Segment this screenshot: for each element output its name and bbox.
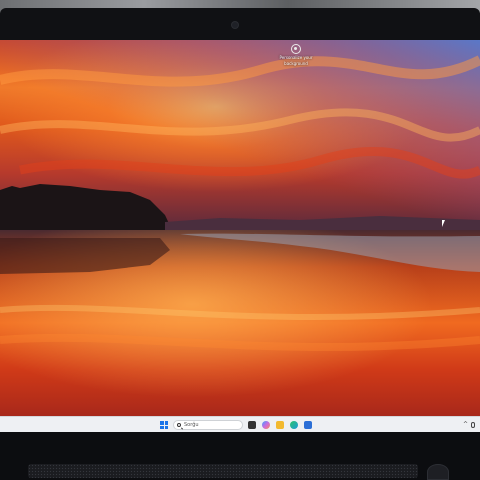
desktop-icon-label-2: background xyxy=(284,61,308,66)
desktop-icon-label-1: Personalize your xyxy=(279,55,313,60)
taskbar: Sorğu ^ xyxy=(0,416,480,432)
search-icon xyxy=(177,423,181,427)
tray-chevron-icon[interactable]: ^ xyxy=(463,421,468,428)
edge-icon[interactable] xyxy=(290,421,298,429)
folder-icon[interactable] xyxy=(276,421,284,429)
desktop-icon-personalize[interactable]: Personalize your background xyxy=(276,44,316,66)
store-icon[interactable] xyxy=(304,421,312,429)
start-button[interactable] xyxy=(160,421,168,429)
screen: Personalize your background Sorğu ^ xyxy=(0,40,480,432)
search-placeholder: Sorğu xyxy=(184,422,199,428)
windows-logo-icon xyxy=(160,421,164,425)
taskbar-search[interactable]: Sorğu xyxy=(173,420,243,430)
speaker-grille xyxy=(28,464,418,478)
microphone-icon[interactable] xyxy=(471,422,475,428)
file-explorer-icon[interactable] xyxy=(248,421,256,429)
windows-logo-icon xyxy=(164,421,168,425)
power-button xyxy=(427,464,449,480)
desktop-wallpaper xyxy=(0,40,480,416)
windows-logo-icon xyxy=(160,425,164,429)
windows-logo-icon xyxy=(164,425,168,429)
copilot-icon[interactable] xyxy=(262,421,270,429)
mouse-cursor-icon xyxy=(442,220,445,227)
personalize-icon xyxy=(291,44,301,54)
webcam xyxy=(232,22,238,28)
